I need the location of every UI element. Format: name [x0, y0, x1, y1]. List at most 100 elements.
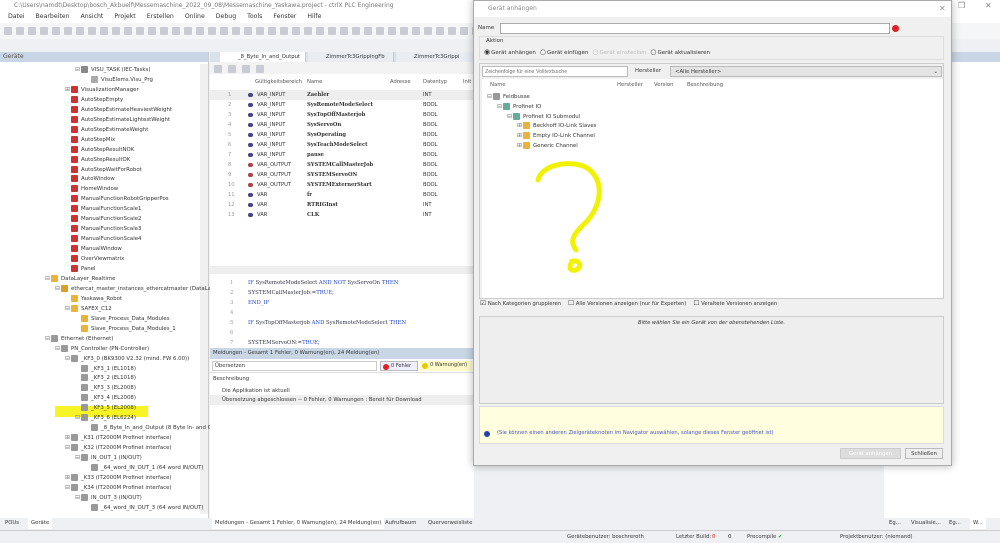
tree-item[interactable]: _KF3_3 (EL2008) [75, 383, 136, 393]
dialog-close-button[interactable]: ✕ [939, 4, 946, 13]
toolbar-button[interactable] [220, 27, 228, 35]
vendor-select[interactable]: <Alle Hersteller> ⌄ [670, 66, 942, 77]
checkbox-alle[interactable]: ☐ Alle Versionen anzeigen (nur für Expert… [568, 299, 686, 307]
toolbar-button[interactable] [460, 27, 468, 35]
checkbox[interactable]: ☐ [568, 299, 574, 307]
toolbar-button[interactable] [76, 27, 84, 35]
radio-button[interactable]: ○ [540, 48, 546, 56]
toolbar-button[interactable] [160, 27, 168, 35]
code-line[interactable]: 2 SYSTEMCallMasterJob:=TRUE; [210, 288, 474, 298]
column-header[interactable]: Name [490, 82, 506, 88]
tree-item[interactable]: ⊟ _K32 (IT2000M Profinet interface) [65, 443, 172, 453]
toolbar-button[interactable] [124, 27, 132, 35]
variable-row[interactable]: 11 VAR fr BOOL [210, 190, 474, 200]
radio-button[interactable]: ◉ [484, 48, 490, 56]
editor-tab[interactable]: ZimmerTc3GrippingFb [308, 52, 394, 62]
tree-item[interactable]: ManualFunctionScale2 [65, 214, 141, 224]
tree-item[interactable]: ⊟ _KF3_0 (BK9300 V2.32 (mind. FW 6.00)) [65, 354, 189, 364]
variable-row[interactable]: 12 VAR RTRIGInst INT [210, 200, 474, 210]
variable-row[interactable]: 1 VAR_INPUT Zaehler INT [210, 90, 474, 100]
radio-gerät-einfügen[interactable]: ○Gerät einfügen [540, 48, 588, 56]
tree-item[interactable]: ManualFunctionScale4 [65, 234, 141, 244]
toolbar-button[interactable] [412, 27, 420, 35]
tree-item[interactable]: ⊟ Feldbusse [487, 92, 530, 102]
close-window-button[interactable]: ✕ [985, 1, 992, 10]
name-input[interactable] [500, 23, 890, 34]
tree-item[interactable]: ⊟ Profinet IO Submodul [507, 112, 580, 122]
toolbar-button[interactable] [242, 65, 250, 73]
menu-tools[interactable]: Tools [247, 11, 262, 23]
messages-filter-select[interactable]: Übersetzen [212, 361, 377, 371]
toolbar-button[interactable] [376, 27, 384, 35]
tree-item[interactable]: ⊞ Beckhoff IO-Link Slaves [517, 121, 596, 131]
tree-item[interactable]: ManualFunctionRobotGripperPos [65, 194, 169, 204]
menu-projekt[interactable]: Projekt [114, 11, 135, 23]
tree-item[interactable]: ⊞ Empty IO-Link Channel [517, 131, 595, 141]
column-header[interactable]: Gültigkeitsbereich [255, 77, 302, 87]
tab-pous[interactable]: POUs [2, 518, 22, 529]
tab-visualization[interactable]: Visualisie... [908, 518, 944, 529]
attach-device-button[interactable]: Gerät anhängen [840, 448, 901, 459]
menu-online[interactable]: Online [185, 11, 205, 23]
toolbar-button[interactable] [256, 65, 264, 73]
menu-debug[interactable]: Debug [216, 11, 236, 23]
variable-row[interactable]: 2 VAR_INPUT SysRemoteModeSelect BOOL [210, 100, 474, 110]
column-header[interactable]: Adresse [390, 77, 411, 87]
tree-item[interactable]: ⊟ VISU_TASK (IEC-Tasks) [75, 65, 150, 75]
toolbar-button[interactable] [52, 27, 60, 35]
tree-item[interactable]: ManualWindow [65, 244, 122, 254]
message-row[interactable]: Übersetzung abgeschlossen -- 0 Fehler, 0… [210, 395, 474, 405]
search-input[interactable] [482, 66, 628, 77]
tree-item[interactable]: ⊞ _K31 (IT2000M Profinet interface) [65, 433, 172, 443]
tab-call-tree[interactable]: Aufrufbaum [382, 518, 419, 529]
tree-item[interactable]: HomeWindow [65, 184, 118, 194]
warnings-filter-button[interactable]: 0 Warnung(en) [420, 361, 472, 371]
checkbox[interactable]: ☐ [693, 299, 699, 307]
tree-item[interactable]: _KF3_2 (EL1018) [75, 373, 136, 383]
tree-item[interactable]: ⊞ VisualizationManager [65, 85, 139, 95]
column-header[interactable]: Name [307, 77, 322, 87]
toolbar-button[interactable] [244, 27, 252, 35]
menu-datei[interactable]: Datei [8, 11, 25, 23]
tree-item[interactable]: AutoStepEstimateWeight [65, 125, 148, 135]
toolbar-button[interactable] [172, 27, 180, 35]
toolbar-button[interactable] [196, 27, 204, 35]
menu-ansicht[interactable]: Ansicht [81, 11, 104, 23]
tree-item[interactable]: ⊟ _K34 (IT2000M Profinet interface) [65, 483, 172, 493]
tree-item[interactable]: Panel [65, 264, 96, 274]
tree-item[interactable]: ⊟ Ethernet (Ethernet) [45, 334, 113, 344]
toolbar-button[interactable] [424, 27, 432, 35]
tree-item[interactable]: _8_Byte_In_and_Output (8 Byte In- and Ou… [85, 423, 221, 433]
menu-hilfe[interactable]: Hilfe [307, 11, 321, 23]
toolbar-button[interactable] [214, 65, 222, 73]
variable-row[interactable]: 10 VAR_OUTPUT SYSTEMExternerStart BOOL [210, 180, 474, 190]
tree-item[interactable]: AutoStepWaitForRobot [65, 165, 142, 175]
variable-row[interactable]: 7 VAR_INPUT pause BOOL [210, 150, 474, 160]
toolbar-button[interactable] [340, 27, 348, 35]
tree-item[interactable]: AutoStepMix [65, 135, 115, 145]
tree-item[interactable]: AutoStepResultNOK [65, 145, 134, 155]
variable-row[interactable]: 6 VAR_INPUT SysTeachModeSelect BOOL [210, 140, 474, 150]
toolbar-button[interactable] [4, 27, 12, 35]
tree-item[interactable]: _64_word_IN_OUT_3 (64 word IN/OUT) [85, 503, 204, 513]
editor-tab[interactable]: ZimmerTc3Grippi [396, 52, 482, 62]
variable-row[interactable]: 8 VAR_OUTPUT SYSTEMCallMasterJob BOOL [210, 160, 474, 170]
toolbar-button[interactable] [16, 27, 24, 35]
tree-item[interactable]: Yaskawa_Robot [65, 294, 122, 304]
toolbar-button[interactable] [448, 27, 456, 35]
radio-gerät-anhängen[interactable]: ◉Gerät anhängen [484, 48, 536, 56]
tree-item[interactable]: _64_word_IN_OUT_1 (64 word IN/OUT) [85, 463, 204, 473]
variable-row[interactable]: 4 VAR_INPUT SysServoOn BOOL [210, 120, 474, 130]
toolbar-button[interactable] [400, 27, 408, 35]
close-button[interactable]: Schließen [905, 448, 943, 459]
tree-item[interactable]: ⊞ _K33 (IT2000M Profinet interface) [65, 473, 172, 483]
tree-item[interactable]: _KF3_1 (EL1018) [75, 364, 136, 374]
radio-button[interactable]: ○ [650, 48, 656, 56]
toolbar-button[interactable] [268, 27, 276, 35]
tree-item[interactable]: ⊟ Profinet IO [497, 102, 541, 112]
tree-item[interactable]: _KF3_5 (EL2008) [75, 403, 136, 413]
column-header[interactable]: Version [654, 82, 673, 88]
tree-item[interactable]: _KF3_4 (EL2008) [75, 393, 136, 403]
toolbar-button[interactable] [388, 27, 396, 35]
toolbar-button[interactable] [364, 27, 372, 35]
